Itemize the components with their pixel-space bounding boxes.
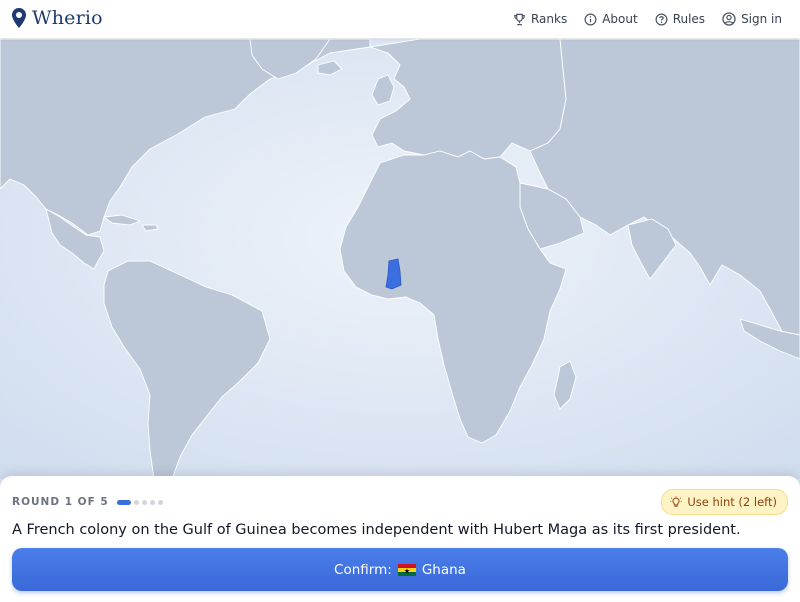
round-indicator: ROUND 1 OF 5 (12, 496, 163, 508)
lightbulb-icon (670, 496, 682, 507)
question-text: A French colony on the Gulf of Guinea be… (12, 522, 741, 538)
world-map[interactable] (0, 39, 800, 479)
nav-signin-label: Sign in (741, 12, 782, 26)
confirm-prefix: Confirm: (334, 561, 392, 578)
question-panel: ROUND 1 OF 5 Use hint (2 left) A French … (0, 476, 800, 602)
user-icon (722, 12, 736, 26)
nav-ranks[interactable]: Ranks (513, 12, 567, 26)
nav-about[interactable]: About (584, 12, 638, 26)
round-dot-5 (157, 499, 163, 505)
question-icon (655, 13, 668, 25)
info-icon (584, 13, 597, 25)
brand-name: Wherio (32, 7, 103, 29)
round-dot-2 (133, 499, 139, 505)
use-hint-button[interactable]: Use hint (2 left) (661, 489, 788, 515)
round-dot-4 (149, 499, 155, 505)
nav-about-label: About (602, 12, 638, 26)
confirm-country: Ghana (421, 561, 466, 578)
main-nav: Ranks About Rules Sign in (513, 0, 782, 38)
confirm-button[interactable]: Confirm: Ghana (12, 548, 788, 591)
brand-logo[interactable]: Wherio (11, 7, 103, 29)
trophy-icon (514, 13, 525, 25)
use-hint-label: Use hint (2 left) (687, 495, 777, 509)
round-label: ROUND 1 OF 5 (12, 496, 109, 508)
map-pin-icon (12, 8, 26, 28)
nav-signin[interactable]: Sign in (722, 12, 782, 26)
nav-rules-label: Rules (672, 12, 706, 26)
nav-rules[interactable]: Rules (655, 12, 705, 26)
round-dot-1 (116, 499, 131, 505)
world-map-canvas[interactable] (0, 39, 800, 479)
round-progress-dots (116, 499, 163, 505)
top-bar: Wherio Ranks About Rules Sign in (0, 0, 800, 39)
ghana-flag-icon (397, 563, 416, 576)
nav-ranks-label: Ranks (530, 12, 568, 26)
round-dot-3 (141, 499, 147, 505)
